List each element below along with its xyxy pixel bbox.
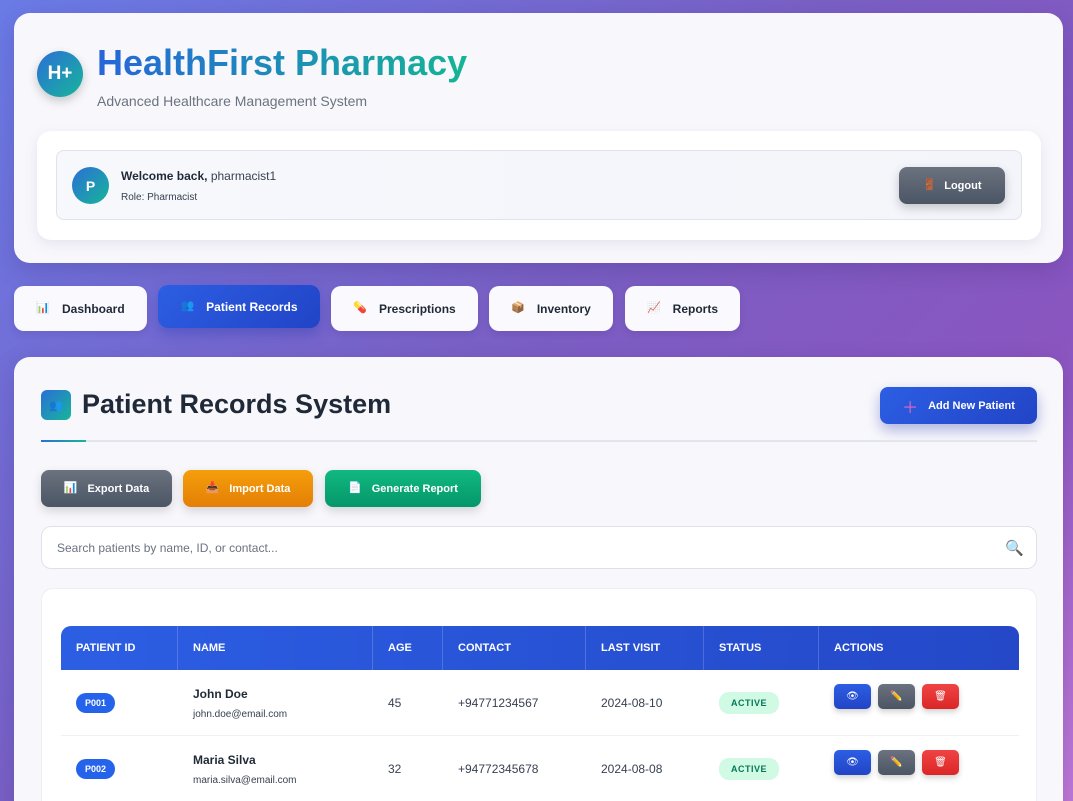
user-role: Role: Pharmacist — [121, 192, 198, 203]
plus-icon: ＋ — [902, 399, 919, 417]
user-panel: P Welcome back, pharmacist1 Role: Pharma… — [37, 131, 1041, 240]
tab-prescriptions[interactable]: 💊 Prescriptions — [331, 286, 478, 331]
document-icon: 📄 — [348, 482, 362, 494]
pencil-icon: ✏️ — [890, 757, 903, 768]
patient-email: john.doe@email.com — [193, 708, 288, 720]
table-header: PATIENT ID NAME AGE CONTACT LAST VISIT S… — [61, 626, 1019, 670]
header-card: H+ HealthFirst Pharmacy Advanced Healthc… — [14, 13, 1063, 263]
table-row[interactable]: P001 John Doe john.doe@email.com 45 +947… — [61, 670, 1019, 736]
user-info-box: P Welcome back, pharmacist1 Role: Pharma… — [56, 150, 1022, 220]
eye-icon: 👁 — [846, 757, 859, 768]
app-subtitle: Advanced Healthcare Management System — [97, 93, 368, 109]
door-icon: 🚪 — [922, 179, 937, 191]
export-label: Export Data — [87, 482, 150, 495]
view-button[interactable]: 👁 — [834, 750, 871, 775]
package-icon: 📦 — [511, 302, 525, 314]
export-data-button[interactable]: 📊 Export Data — [41, 470, 172, 507]
title-divider — [41, 440, 1037, 442]
age-cell: 32 — [388, 762, 402, 776]
patient-id-cell: P001 — [61, 670, 178, 736]
status-badge: ACTIVE — [719, 758, 780, 780]
patient-name: John Doe — [193, 686, 248, 701]
edit-button[interactable]: ✏️ — [878, 750, 915, 775]
column-header[interactable]: LAST VISIT — [586, 626, 704, 670]
add-patient-label: Add New Patient — [928, 399, 1015, 412]
actions-cell: 👁 ✏️ 🗑 — [819, 736, 1019, 801]
username: pharmacist1 — [210, 169, 277, 183]
column-header[interactable]: NAME — [178, 626, 373, 670]
tab-label: Prescriptions — [379, 301, 456, 316]
column-header[interactable]: AGE — [373, 626, 443, 670]
tab-label: Reports — [672, 301, 719, 316]
bar-chart-icon: 📊 — [63, 482, 78, 494]
tab-label: Inventory — [536, 301, 591, 316]
welcome-text: Welcome back, pharmacist1 — [121, 169, 276, 183]
trash-icon: 🗑 — [934, 691, 947, 702]
trash-icon: 🗑 — [934, 757, 947, 768]
logo: H+ — [37, 51, 83, 97]
search-input[interactable] — [42, 527, 1002, 568]
trend-chart-icon: 📈 — [646, 302, 661, 314]
view-button[interactable]: 👁 — [834, 684, 871, 709]
tab-dashboard[interactable]: 📊 Dashboard — [14, 286, 147, 331]
name-cell: Maria Silva maria.silva@email.com — [178, 736, 373, 801]
column-header[interactable]: CONTACT — [443, 626, 586, 670]
tab-label: Patient Records — [206, 299, 298, 314]
logout-label: Logout — [944, 179, 982, 192]
name-cell: John Doe john.doe@email.com — [178, 670, 373, 736]
people-icon: 👥 — [41, 390, 71, 420]
patient-email: maria.silva@email.com — [193, 774, 297, 786]
inbox-tray-icon: 📥 — [205, 482, 220, 494]
avatar: P — [72, 167, 109, 204]
patient-id-cell: P002 — [61, 736, 178, 801]
app-title: HealthFirst Pharmacy — [97, 42, 468, 83]
patient-records-panel: 👥 Patient Records System ＋ Add New Patie… — [14, 357, 1063, 801]
tab-label: Dashboard — [62, 301, 125, 316]
edit-button[interactable]: ✏️ — [878, 684, 915, 709]
table-row[interactable]: P002 Maria Silva maria.silva@email.com 3… — [61, 736, 1019, 801]
pencil-icon: ✏️ — [890, 691, 903, 702]
generate-report-button[interactable]: 📄 Generate Report — [325, 470, 481, 507]
column-header[interactable]: PATIENT ID — [61, 626, 178, 670]
patients-table: PATIENT ID NAME AGE CONTACT LAST VISIT S… — [41, 588, 1037, 801]
import-label: Import Data — [229, 482, 291, 495]
last-visit-cell: 2024-08-08 — [601, 762, 663, 776]
tab-inventory[interactable]: 📦 Inventory — [489, 286, 613, 331]
eye-icon: 👁 — [846, 691, 859, 702]
contact-cell: +94771234567 — [458, 696, 539, 710]
search-box: 🔍 — [41, 526, 1037, 569]
column-header[interactable]: ACTIONS — [819, 626, 1019, 670]
patient-id-badge: P002 — [76, 759, 116, 779]
report-label: Generate Report — [371, 482, 458, 495]
delete-button[interactable]: 🗑 — [922, 684, 959, 709]
section-title: Patient Records System — [82, 389, 392, 419]
status-badge: ACTIVE — [719, 692, 780, 714]
pill-icon: 💊 — [353, 302, 367, 314]
people-icon: 👥 — [180, 300, 195, 312]
tab-patient-records[interactable]: 👥 Patient Records — [158, 285, 320, 328]
actions-cell: 👁 ✏️ 🗑 — [819, 670, 1019, 736]
age-cell: 45 — [388, 696, 402, 710]
delete-button[interactable]: 🗑 — [922, 750, 959, 775]
import-data-button[interactable]: 📥 Import Data — [183, 470, 313, 507]
patient-name: Maria Silva — [193, 752, 256, 767]
contact-cell: +94772345678 — [458, 762, 539, 776]
logout-button[interactable]: 🚪 Logout — [899, 167, 1005, 204]
column-header[interactable]: STATUS — [704, 626, 819, 670]
tab-reports[interactable]: 📈 Reports — [625, 286, 740, 331]
patient-id-badge: P001 — [76, 693, 116, 713]
add-patient-button[interactable]: ＋ Add New Patient — [880, 387, 1037, 424]
search-icon[interactable]: 🔍 — [1005, 539, 1024, 557]
title-divider-accent — [41, 440, 86, 442]
last-visit-cell: 2024-08-10 — [601, 696, 663, 710]
status-cell: ACTIVE — [704, 736, 819, 801]
welcome-prefix: Welcome back, — [121, 169, 208, 183]
status-cell: ACTIVE — [704, 670, 819, 736]
bar-chart-icon: 📊 — [36, 302, 50, 314]
